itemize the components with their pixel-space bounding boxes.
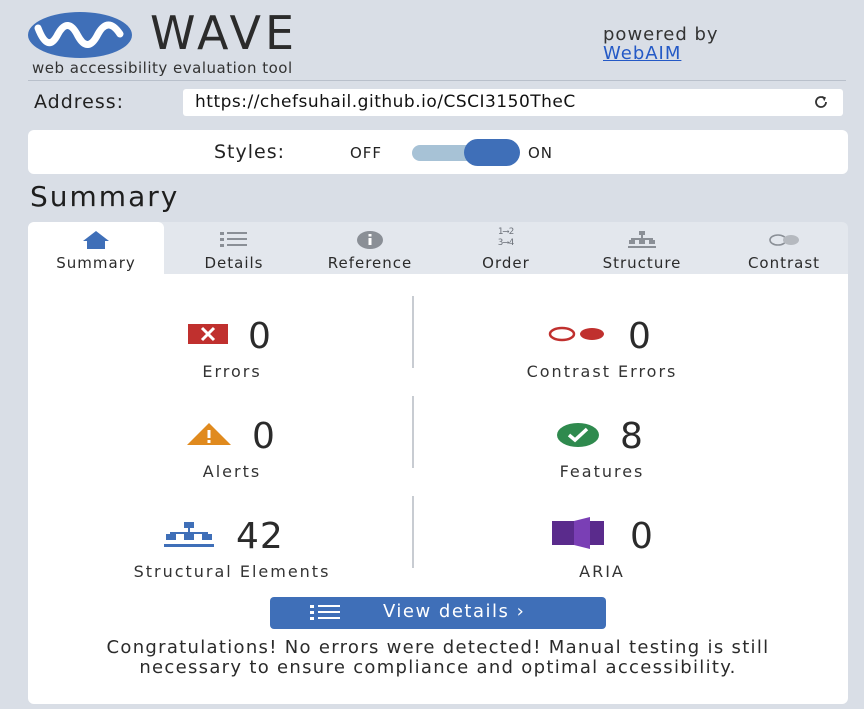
structural-elements-label: Structural Elements: [133, 562, 331, 581]
stats-divider: [412, 496, 414, 568]
tab-bar: Summary Details Reference 1⟶2 3⟶4 Order: [28, 222, 848, 274]
tab-label: Details: [204, 254, 264, 272]
alert-icon: [187, 423, 231, 445]
view-details-label: View details ›: [383, 601, 526, 622]
errors-count: 0: [248, 316, 272, 357]
tagline: web accessibility evaluation tool: [32, 59, 293, 77]
home-icon: [83, 231, 109, 249]
summary-panel: 0 Errors 0 Contrast Errors 0 Alerts 8 Fe…: [28, 274, 848, 704]
contrast-errors-count: 0: [628, 316, 652, 357]
tab-details[interactable]: Details: [176, 222, 292, 274]
contrast-icon: [769, 234, 799, 246]
header-divider: [28, 80, 846, 81]
styles-toggle-knob[interactable]: [464, 139, 520, 166]
aria-icon: [552, 517, 604, 549]
order-icon: 1⟶2 3⟶4: [497, 227, 515, 248]
tab-label: Contrast: [747, 254, 821, 272]
wave-logo-text: WAVE: [150, 6, 299, 60]
tab-order[interactable]: 1⟶2 3⟶4 Order: [448, 222, 564, 274]
contrast-error-icon: [548, 326, 604, 342]
tab-label: Reference: [327, 254, 413, 272]
view-details-button[interactable]: View details ›: [270, 597, 606, 629]
structural-elements-count: 42: [236, 516, 284, 557]
contrast-errors-stat[interactable]: 0 Contrast Errors: [452, 316, 752, 386]
errors-stat[interactable]: 0 Errors: [82, 316, 382, 386]
list-icon: [220, 232, 247, 247]
address-label: Address:: [34, 91, 125, 113]
info-icon: [357, 231, 383, 249]
powered-by-label: powered by: [603, 24, 719, 45]
summary-heading: Summary: [30, 180, 180, 213]
tab-summary[interactable]: Summary: [28, 222, 164, 274]
order-icon-line: 1⟶2: [497, 227, 515, 237]
stats-divider: [412, 396, 414, 468]
alerts-label: Alerts: [202, 462, 262, 481]
features-label: Features: [559, 462, 645, 481]
structure-icon: [164, 522, 214, 547]
stats-divider: [412, 296, 414, 368]
wave-logo-icon: [28, 12, 132, 58]
structure-icon: [628, 231, 656, 248]
tab-structure[interactable]: Structure: [580, 222, 704, 274]
order-icon-line: 3⟶4: [497, 238, 515, 248]
list-icon: [310, 605, 340, 620]
features-count: 8: [620, 416, 644, 457]
header: WAVE web accessibility evaluation tool p…: [0, 0, 864, 82]
structural-elements-stat[interactable]: 42 Structural Elements: [82, 516, 382, 586]
styles-label: Styles:: [214, 141, 286, 163]
alerts-stat[interactable]: 0 Alerts: [82, 416, 382, 486]
tab-label: Order: [482, 254, 530, 272]
webaim-link[interactable]: WebAIM: [603, 43, 681, 64]
aria-stat[interactable]: 0 ARIA: [452, 516, 752, 586]
errors-label: Errors: [202, 362, 262, 381]
error-icon: [188, 324, 228, 344]
alerts-count: 0: [252, 416, 276, 457]
styles-off-label[interactable]: OFF: [350, 144, 382, 162]
contrast-errors-label: Contrast Errors: [526, 362, 678, 381]
feature-check-icon: [557, 423, 599, 447]
styles-on-label[interactable]: ON: [528, 144, 553, 162]
tab-contrast[interactable]: Contrast: [720, 222, 848, 274]
address-input[interactable]: https://chefsuhail.github.io/CSCI3150The…: [183, 89, 843, 116]
features-stat[interactable]: 8 Features: [452, 416, 752, 486]
tab-label: Summary: [56, 254, 136, 272]
address-value: https://chefsuhail.github.io/CSCI3150The…: [195, 92, 576, 112]
styles-bar: Styles: OFF ON: [28, 130, 848, 174]
aria-count: 0: [630, 516, 654, 557]
aria-label: ARIA: [579, 562, 625, 581]
tab-reference[interactable]: Reference: [300, 222, 440, 274]
congrats-message: Congratulations! No errors were detected…: [106, 637, 770, 678]
refresh-icon[interactable]: [813, 94, 829, 110]
tab-label: Structure: [602, 254, 682, 272]
